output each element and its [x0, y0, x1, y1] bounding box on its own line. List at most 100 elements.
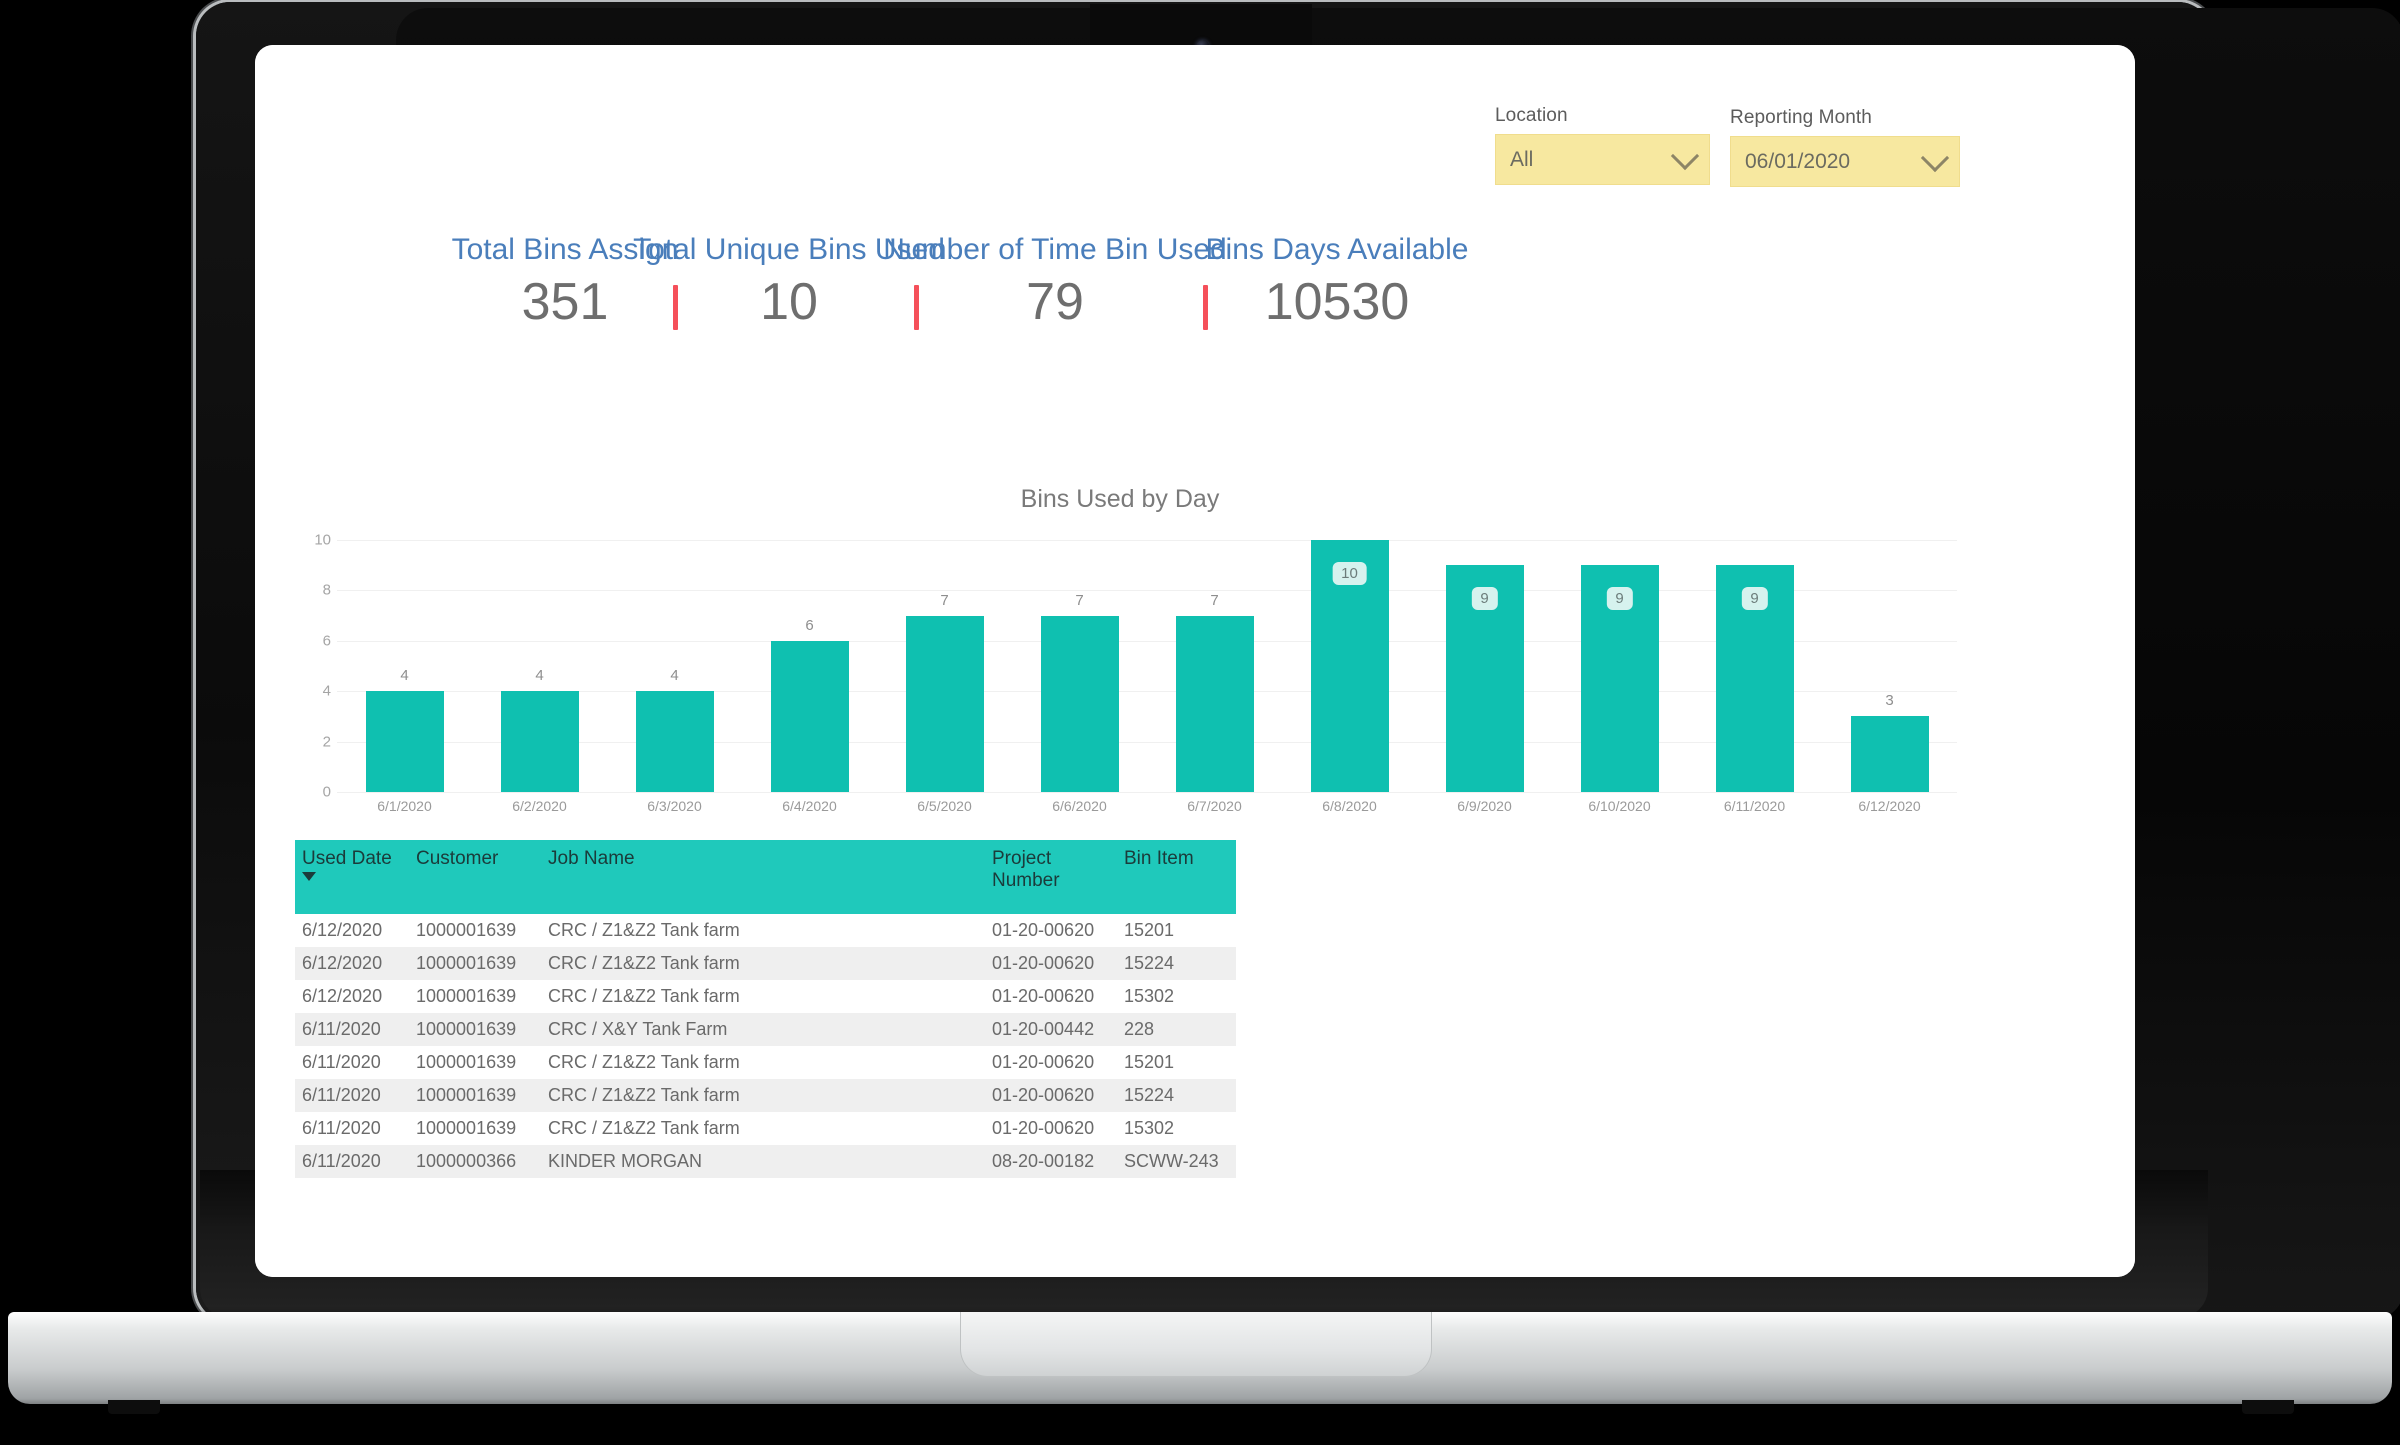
kpi-title: Number of Time Bin Used: [883, 233, 1227, 266]
x-axis-tick: 6/11/2020: [1723, 798, 1786, 814]
bin-usage-table[interactable]: Used Date Customer Job Name Project Number B…: [295, 840, 1236, 1178]
table-row[interactable]: 6/12/2020 1000001639 CRC / Z1&Z2 Tank farm…: [295, 980, 1236, 1013]
x-axis: 6/1/2020 6/2/2020 6/3/2020 6/4/2020 6/5/2020…: [337, 798, 1957, 814]
table-cell: SCWW-243: [1124, 1151, 1219, 1171]
bar-column[interactable]: 4: [337, 540, 472, 792]
table-column-header-label: Used Date: [302, 848, 392, 869]
x-axis-tick: 6/6/2020: [1052, 798, 1107, 814]
location-slicer[interactable]: Location All: [1495, 105, 1710, 185]
bar-column[interactable]: 7: [1012, 540, 1147, 792]
x-axis-tick: 6/8/2020: [1322, 798, 1377, 814]
table-column-header-label: Customer: [416, 848, 499, 869]
bar-column[interactable]: 7: [1147, 540, 1282, 792]
bar[interactable]: 9: [1715, 565, 1794, 792]
table-column-header[interactable]: Job Name: [541, 840, 985, 914]
table-cell: 15224: [1124, 953, 1175, 973]
bar[interactable]: 10: [1310, 540, 1389, 792]
table-row[interactable]: 6/11/2020 1000000366 KINDER MORGAN 08-20-00…: [295, 1145, 1236, 1178]
laptop-base-notch: [960, 1312, 1432, 1377]
table-cell: CRC / X&Y Tank Farm: [548, 1019, 728, 1039]
y-axis-tick: 10: [314, 531, 331, 549]
bar-column[interactable]: 9: [1552, 540, 1687, 792]
table-cell: CRC / Z1&Z2 Tank farm: [548, 986, 740, 1006]
bar-column[interactable]: 7: [877, 540, 1012, 792]
bar[interactable]: 4: [500, 667, 579, 792]
bar[interactable]: 7: [1175, 592, 1254, 792]
chevron-down-icon[interactable]: [1670, 141, 1700, 170]
table-row[interactable]: 6/11/2020 1000001639 CRC / Z1&Z2 Tank farm…: [295, 1046, 1236, 1079]
table-column-header[interactable]: Used Date: [295, 840, 409, 914]
table-row[interactable]: 6/12/2020 1000001639 CRC / Z1&Z2 Tank farm…: [295, 914, 1236, 947]
x-axis-tick: 6/2/2020: [512, 798, 567, 814]
table-column-header[interactable]: Customer: [409, 840, 541, 914]
bar[interactable]: 6: [770, 617, 849, 792]
bar-value-label: 9: [1741, 587, 1768, 611]
bar[interactable]: 7: [905, 592, 984, 792]
kpi-card-3: Number of Time Bin Used 79: [883, 233, 1226, 328]
table-cell: 15224: [1124, 1085, 1175, 1105]
bar-column[interactable]: 4: [607, 540, 742, 792]
table-cell: 228: [1124, 1019, 1155, 1039]
table-cell: CRC / Z1&Z2 Tank farm: [548, 920, 740, 940]
table-body: 6/12/2020 1000001639 CRC / Z1&Z2 Tank farm…: [295, 914, 1236, 1178]
bar-series: 4 4 4 6 7 7 7 10 9 9 9 3: [337, 540, 1957, 792]
kpi-title: Bins Days Available: [1205, 233, 1469, 266]
table-cell: 1000001639: [416, 953, 517, 973]
bar[interactable]: 4: [635, 667, 714, 792]
bar[interactable]: 4: [365, 667, 444, 792]
table-cell: 6/12/2020: [302, 920, 383, 940]
bar-value-label: 7: [1210, 591, 1219, 609]
table-column-header[interactable]: Project Number: [985, 840, 1117, 914]
chevron-down-icon[interactable]: [1920, 143, 1950, 172]
bar[interactable]: 9: [1580, 565, 1659, 792]
table-cell: 6/11/2020: [302, 1085, 381, 1105]
table-column-header-label: Project Number: [992, 848, 1060, 891]
reporting-month-slicer[interactable]: Reporting Month 06/01/2020: [1730, 107, 1960, 187]
table-row[interactable]: 6/12/2020 1000001639 CRC / Z1&Z2 Tank farm…: [295, 947, 1236, 980]
table-column-header[interactable]: Bin Item: [1117, 840, 1236, 914]
location-slicer-box[interactable]: All: [1495, 134, 1710, 185]
bar-column[interactable]: 4: [472, 540, 607, 792]
bar-value-label: 6: [805, 616, 814, 634]
table-row[interactable]: 6/11/2020 1000001639 CRC / Z1&Z2 Tank farm…: [295, 1112, 1236, 1145]
table-cell: 1000001639: [416, 986, 517, 1006]
y-axis-tick: 0: [322, 783, 331, 801]
x-axis-tick: 6/3/2020: [647, 798, 702, 814]
table-row[interactable]: 6/11/2020 1000001639 CRC / X&Y Tank Farm 01…: [295, 1013, 1236, 1046]
table-cell: 15302: [1124, 986, 1175, 1006]
bar-value-label: 9: [1471, 587, 1498, 611]
table-cell: CRC / Z1&Z2 Tank farm: [548, 1052, 740, 1072]
bar-column[interactable]: 3: [1822, 540, 1957, 792]
table-cell: 1000001639: [416, 1052, 517, 1072]
table-cell: 1000001639: [416, 920, 517, 940]
x-axis-tick: 6/9/2020: [1457, 798, 1512, 814]
bar-value-label: 7: [1075, 591, 1084, 609]
bar-column[interactable]: 6: [742, 540, 877, 792]
bar[interactable]: 9: [1445, 565, 1524, 792]
table-cell: 1000000366: [416, 1151, 517, 1171]
table-cell: 15201: [1124, 1052, 1175, 1072]
bar-value-label: 9: [1606, 587, 1633, 611]
table-cell: 6/11/2020: [302, 1118, 381, 1138]
bar[interactable]: 3: [1850, 692, 1929, 792]
bar-column[interactable]: 9: [1687, 540, 1822, 792]
chart-plot-area: 0 2 4 6 8 10 4 4 4 6 7 7 7 10 9 9 9 3 6/1/2020 6/2/2020 6/…: [297, 532, 1957, 822]
table-header: Used Date Customer Job Name Project Number B…: [295, 840, 1236, 914]
reporting-month-slicer-box[interactable]: 06/01/2020: [1730, 136, 1960, 187]
bins-used-by-day-chart: Bins Used by Day 0 2 4 6 8 10 4 4 4 6 7 7 7 10 9 9 9 3 6…: [255, 485, 1985, 814]
bar[interactable]: 7: [1040, 592, 1119, 792]
y-axis: 0 2 4 6 8 10: [297, 532, 331, 801]
table-cell: CRC / Z1&Z2 Tank farm: [548, 953, 740, 973]
kpi-value: 10530: [1264, 273, 1410, 331]
table-row[interactable]: 6/11/2020 1000001639 CRC / Z1&Z2 Tank farm…: [295, 1079, 1236, 1112]
x-axis-tick: 6/4/2020: [782, 798, 837, 814]
x-axis-tick: 6/10/2020: [1588, 798, 1651, 814]
sort-descending-icon[interactable]: [302, 872, 316, 881]
table-cell: 6/11/2020: [302, 1151, 381, 1171]
bar-column[interactable]: 10: [1282, 540, 1417, 792]
bar-column[interactable]: 9: [1417, 540, 1552, 792]
location-slicer-label: Location: [1495, 105, 1568, 126]
table-cell: 01-20-00620: [992, 1052, 1095, 1072]
y-axis-tick: 6: [322, 632, 331, 650]
location-slicer-value: All: [1510, 147, 1534, 171]
